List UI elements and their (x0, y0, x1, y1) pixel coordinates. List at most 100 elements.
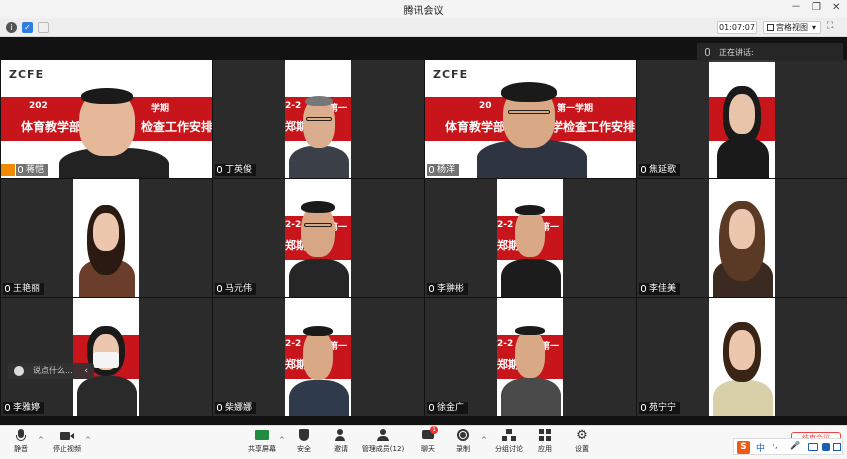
manage-members-button[interactable]: 管理成员(12) (360, 429, 406, 454)
mic-icon (5, 404, 10, 411)
invite-button[interactable]: 邀请 (330, 429, 352, 454)
view-mode-button[interactable]: 宫格视图 ▾ (763, 21, 821, 34)
record-label: 录制 (456, 445, 470, 453)
video-options-caret[interactable]: ^ (85, 436, 91, 444)
mute-options-caret[interactable]: ^ (38, 436, 44, 444)
ime-lang-toggle[interactable]: 中 (756, 441, 765, 454)
emoji-icon[interactable] (14, 366, 24, 376)
sogou-logo[interactable]: S (737, 441, 750, 454)
security-label: 安全 (297, 445, 311, 453)
chat-label: 聊天 (421, 445, 435, 453)
gear-icon: ⚙ (576, 428, 588, 443)
record-button[interactable]: 录制 (452, 429, 474, 454)
participant-tile-yuanningning[interactable]: 苑宁宁 (637, 298, 847, 416)
grid-icon (767, 24, 774, 31)
participant-tile-chainana[interactable]: 2-2 第一 郑期 柴娜娜 (213, 298, 424, 416)
close-button[interactable]: ✕ (832, 2, 840, 14)
participant-tile-jiaoyange[interactable]: 焦延歌 (637, 60, 847, 178)
ime-menu-icon[interactable] (833, 443, 841, 451)
security-button[interactable]: 安全 (293, 429, 315, 454)
settings-button[interactable]: ⚙ 设置 (571, 429, 593, 454)
host-badge-icon (1, 164, 15, 176)
participant-tile-liyating[interactable]: 李雅婷 (1, 298, 212, 416)
participant-name: 徐金广 (437, 403, 465, 413)
participant-name-tag: 杨洋 (427, 164, 460, 176)
mic-icon (641, 285, 646, 292)
record-icon (456, 429, 470, 442)
mute-button[interactable]: 静音 (8, 429, 34, 454)
person-face (515, 330, 545, 378)
ime-keyboard-icon[interactable] (808, 443, 818, 451)
participant-name: 王艳丽 (13, 284, 41, 294)
minimize-button[interactable]: － (791, 2, 801, 14)
video-grid: ZCFE 202 学期 体育教学部 检查工作安排 蒋恺 2-2 第一 郑期 丁英… (0, 37, 847, 425)
participant-tile-jiangkai[interactable]: ZCFE 202 学期 体育教学部 检查工作安排 蒋恺 (1, 60, 212, 178)
share-label: 共享屏幕 (248, 445, 276, 453)
person-hair (515, 205, 545, 215)
participant-name: 丁英俊 (225, 165, 253, 175)
participant-tile-yangyang[interactable]: ZCFE 20 第一学期 体育教学部 学检查工作安排 杨洋 (425, 60, 636, 178)
participant-tile-xujinguang[interactable]: 2-2 第一 郑期 徐金广 (425, 298, 636, 416)
chat-button[interactable]: 1 聊天 (418, 426, 438, 454)
collapse-arrow-icon[interactable]: ‹ (84, 363, 88, 379)
participant-name: 柴娜娜 (225, 403, 253, 413)
participant-video: 2-2 第一 郑期 (285, 179, 351, 297)
shield-icon[interactable]: ✓ (22, 22, 33, 33)
person-body (501, 378, 561, 416)
person-body (77, 376, 137, 416)
slide-text: 第一学期 (557, 104, 594, 114)
participant-name: 李佳美 (649, 284, 677, 294)
ime-punctuation[interactable]: ·, (772, 441, 778, 451)
chevron-down-icon: ▾ (811, 23, 816, 32)
ime-toolbar: S 中 ·, 🎤 (733, 438, 843, 455)
slide-text: 2-2 (285, 220, 302, 230)
share-screen-button[interactable]: 共享屏幕 (246, 429, 278, 454)
slide-text: 学检查工作安排 (551, 120, 636, 134)
ime-voice-icon[interactable]: 🎤 (790, 441, 800, 450)
meeting-timer: 01:07:07 (717, 21, 757, 34)
person-face (515, 209, 545, 257)
video-label: 停止视频 (53, 445, 81, 453)
ime-skin-icon[interactable] (822, 443, 830, 451)
person-hair (501, 82, 557, 102)
participant-video: 2-2 第一 郑期 (285, 298, 351, 416)
slide-text: 体育教学部 (445, 120, 506, 134)
share-options-caret[interactable]: ^ (279, 436, 285, 444)
settings-label: 设置 (575, 445, 589, 453)
participant-tile-lichongbin[interactable]: 2-2 第一 郑期 李翀彬 (425, 179, 636, 297)
participant-tile-mayuanwei[interactable]: 2-2 第一 郑期 马元伟 (213, 179, 424, 297)
stop-video-button[interactable]: 停止视频 (50, 429, 84, 454)
participant-tile-dingyingjun[interactable]: 2-2 第一 郑期 丁英俊 (213, 60, 424, 178)
fullscreen-icon[interactable]: ⛶ (827, 21, 833, 31)
restore-button[interactable]: ❐ (812, 2, 821, 14)
participant-name: 蒋恺 (26, 165, 45, 175)
participant-name-tag: 徐金广 (427, 402, 469, 414)
slide-text: 2-2 (497, 220, 514, 230)
record-options-caret[interactable]: ^ (481, 436, 487, 444)
apps-button[interactable]: 应用 (535, 429, 555, 454)
slide-text: 202 (29, 101, 48, 111)
participant-tile-wangyanli[interactable]: 王艳丽 (1, 179, 212, 297)
participant-tile-lijiamei[interactable]: 李佳美 (637, 179, 847, 297)
participant-name: 焦延歌 (649, 165, 677, 175)
mic-icon (641, 404, 646, 411)
participant-video: ZCFE 202 学期 体育教学部 检查工作安排 (1, 60, 212, 178)
signal-icon[interactable] (38, 22, 49, 33)
person-face (729, 330, 755, 370)
speaking-label: 正在讲话: (719, 48, 754, 57)
mic-icon (217, 404, 222, 411)
breakout-rooms-button[interactable]: 分组讨论 (493, 429, 525, 454)
window-title: 腾讯会议 (403, 6, 444, 17)
person-body (289, 259, 349, 297)
participant-video: ZCFE 20 第一学期 体育教学部 学检查工作安排 (425, 60, 636, 178)
participant-name-tag: 马元伟 (215, 283, 257, 295)
members-label: 管理成员(12) (361, 445, 405, 453)
glasses (508, 110, 550, 114)
mic-icon (641, 166, 646, 173)
participant-name: 杨洋 (437, 165, 456, 175)
info-icon[interactable]: i (6, 22, 17, 33)
quick-chat-input[interactable]: 说点什么... ‹ (8, 363, 94, 379)
person-hair (305, 96, 333, 106)
person-face (93, 213, 119, 251)
person-face (303, 330, 333, 380)
